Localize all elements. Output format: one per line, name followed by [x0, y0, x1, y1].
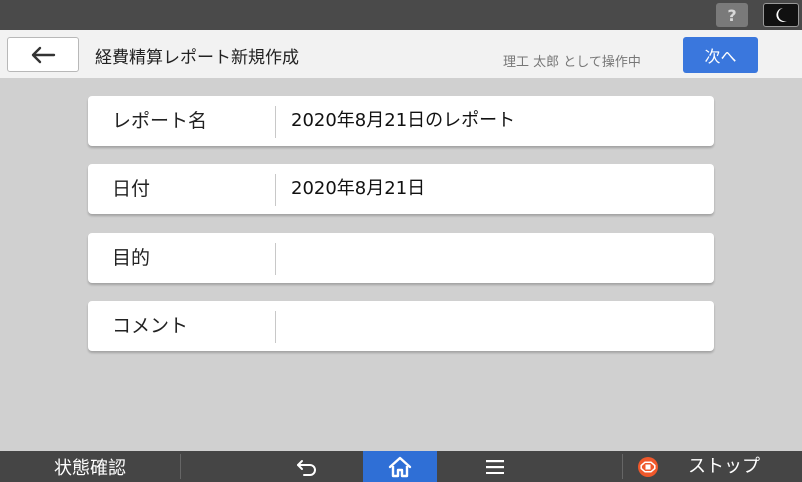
- field-row-date[interactable]: 日付 2020年8月21日: [88, 164, 714, 214]
- crescent-moon-icon: [776, 8, 787, 22]
- system-bar: ?: [0, 0, 802, 30]
- home-button[interactable]: [363, 451, 437, 482]
- undo-button[interactable]: [282, 451, 332, 482]
- field-label: 目的: [112, 247, 151, 269]
- date-value: 2020年8月21日: [291, 178, 426, 199]
- help-button[interactable]: ?: [716, 3, 748, 27]
- field-label: 日付: [112, 178, 151, 200]
- arrow-left-icon: [31, 46, 56, 63]
- menu-button[interactable]: [470, 451, 520, 482]
- field-divider: [275, 311, 276, 343]
- field-label: レポート名: [112, 110, 208, 132]
- night-mode-button[interactable]: [763, 3, 799, 27]
- undo-arrow-icon: [297, 459, 316, 476]
- field-label: コメント: [112, 315, 189, 337]
- field-row-comment[interactable]: コメント: [88, 301, 714, 351]
- menu-icon: [486, 459, 504, 474]
- field-row-purpose[interactable]: 目的: [88, 233, 714, 283]
- help-icon: ?: [727, 5, 737, 25]
- back-button[interactable]: [7, 37, 79, 72]
- page-title: 経費精算レポート新規作成: [95, 48, 299, 68]
- bottom-bar: 状態確認 ストップ: [0, 451, 802, 482]
- bottom-bar-divider: [180, 454, 181, 479]
- next-button[interactable]: 次へ: [683, 37, 758, 73]
- stop-label: ストップ: [688, 456, 760, 477]
- field-divider: [275, 243, 276, 275]
- field-divider: [275, 106, 276, 138]
- field-divider: [275, 174, 276, 206]
- header: 経費精算レポート新規作成 理工 太郎 として操作中 次へ: [0, 30, 802, 78]
- stop-button[interactable]: ストップ: [622, 451, 802, 482]
- report-name-value: 2020年8月21日のレポート: [291, 110, 516, 131]
- field-row-report-name[interactable]: レポート名 2020年8月21日のレポート: [88, 96, 714, 146]
- status-check-button[interactable]: 状態確認: [0, 451, 180, 482]
- home-icon: [388, 456, 412, 477]
- user-status-text: 理工 太郎 として操作中: [503, 55, 641, 70]
- stop-icon: [638, 457, 658, 477]
